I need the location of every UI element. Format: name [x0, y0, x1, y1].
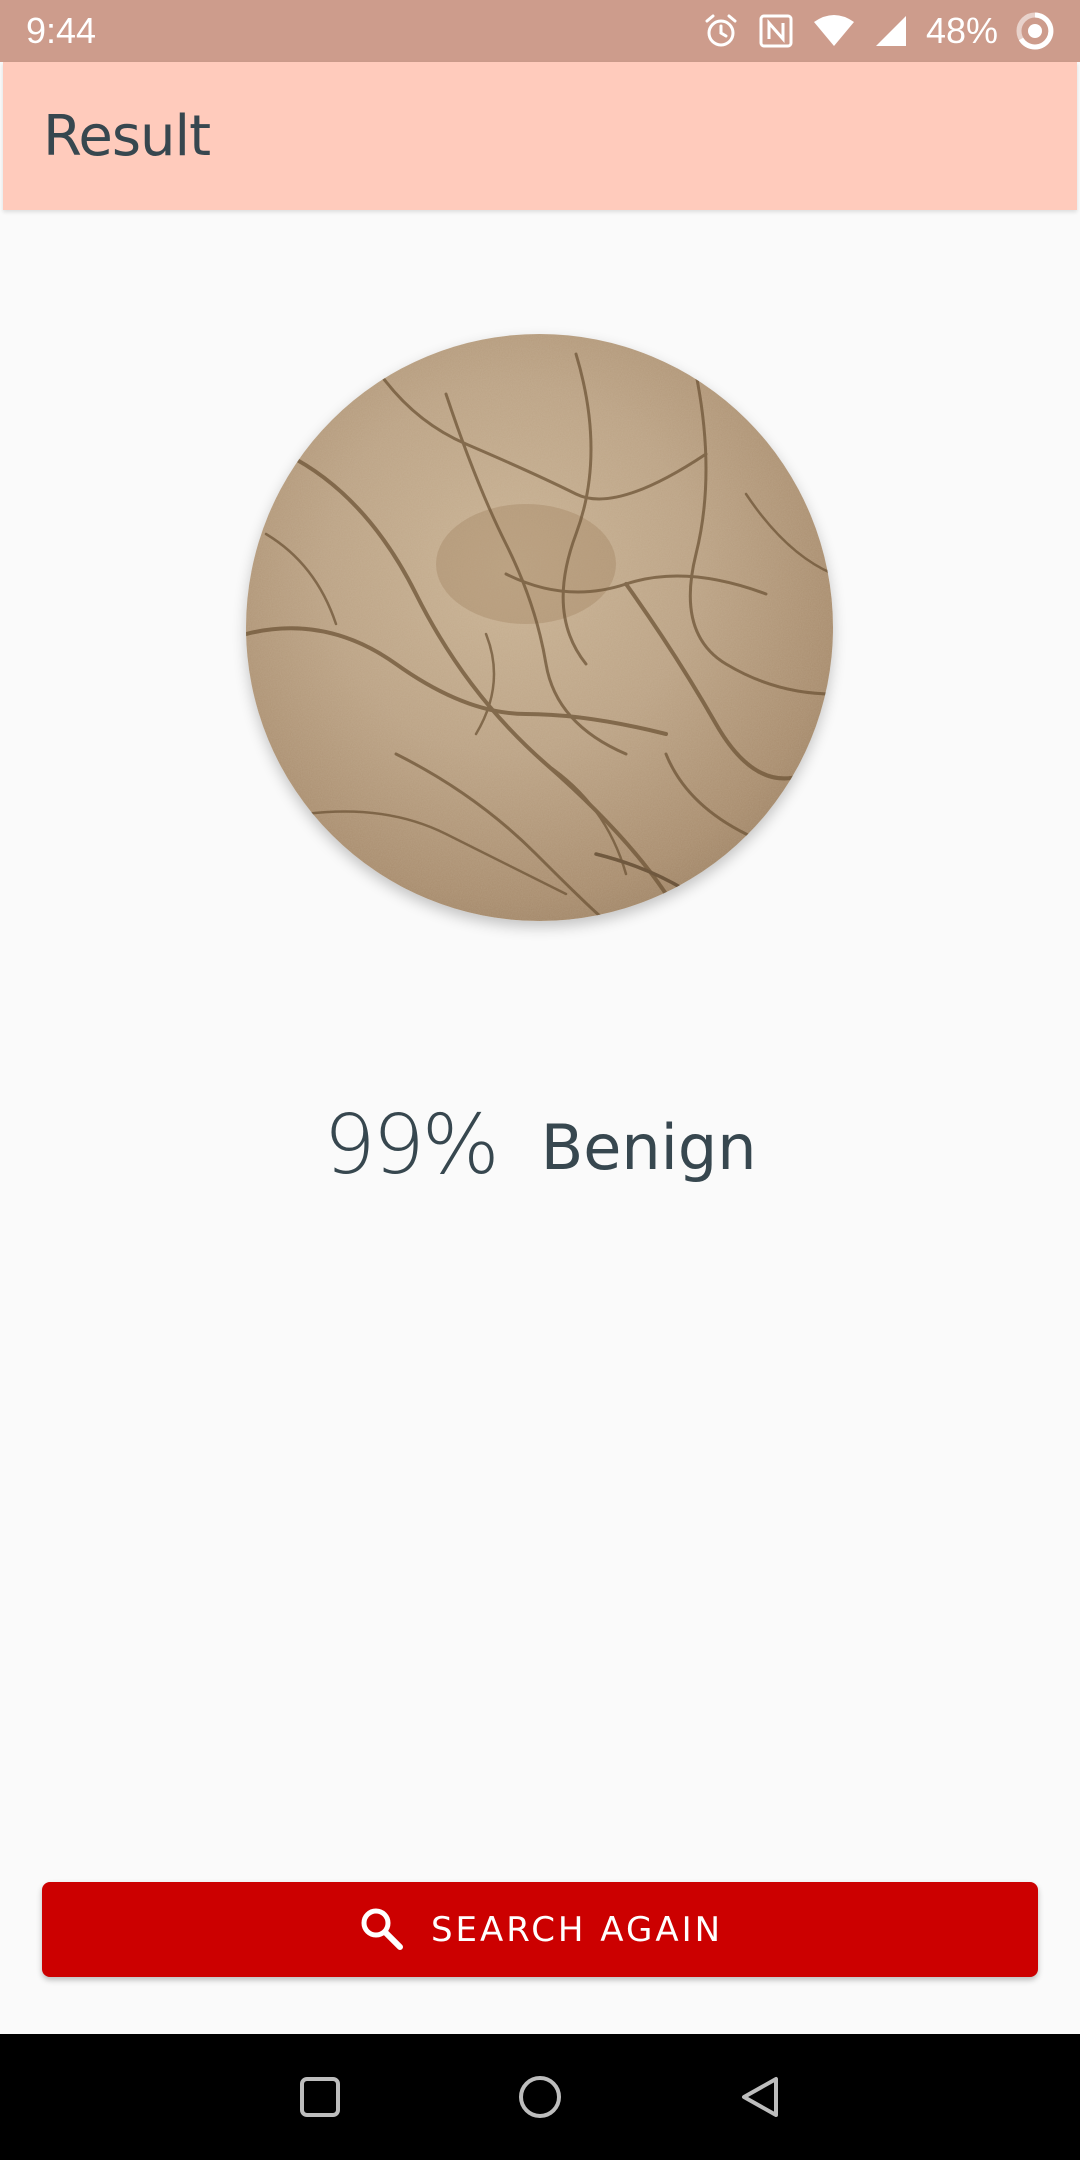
home-icon[interactable]	[505, 2062, 575, 2132]
signal-icon	[874, 14, 908, 48]
search-icon	[357, 1904, 405, 1956]
result-summary: 99% Benign	[0, 1090, 1080, 1200]
status-bar: 9:44 48%	[0, 0, 1080, 62]
screen: 9:44 48% Result 99% Benign SEARCH AGAIN	[0, 0, 1080, 2160]
navigation-bar	[0, 2034, 1080, 2160]
skin-lesion-photo	[246, 334, 833, 921]
confidence-percent: 99%	[323, 1097, 499, 1193]
battery-icon	[1016, 12, 1054, 50]
wifi-icon	[812, 14, 856, 48]
nfc-icon	[758, 13, 794, 49]
app-bar: Result	[3, 62, 1077, 210]
status-icons: 48%	[702, 10, 1054, 52]
status-time: 9:44	[26, 10, 97, 51]
alarm-icon	[702, 12, 740, 50]
search-again-label: SEARCH AGAIN	[430, 1909, 724, 1950]
page-title: Result	[43, 103, 211, 169]
recents-icon[interactable]	[285, 2062, 355, 2132]
search-again-button[interactable]: SEARCH AGAIN	[42, 1882, 1038, 1977]
back-icon[interactable]	[725, 2062, 795, 2132]
battery-percent: 48%	[925, 10, 998, 51]
diagnosis-label: Benign	[540, 1110, 757, 1184]
